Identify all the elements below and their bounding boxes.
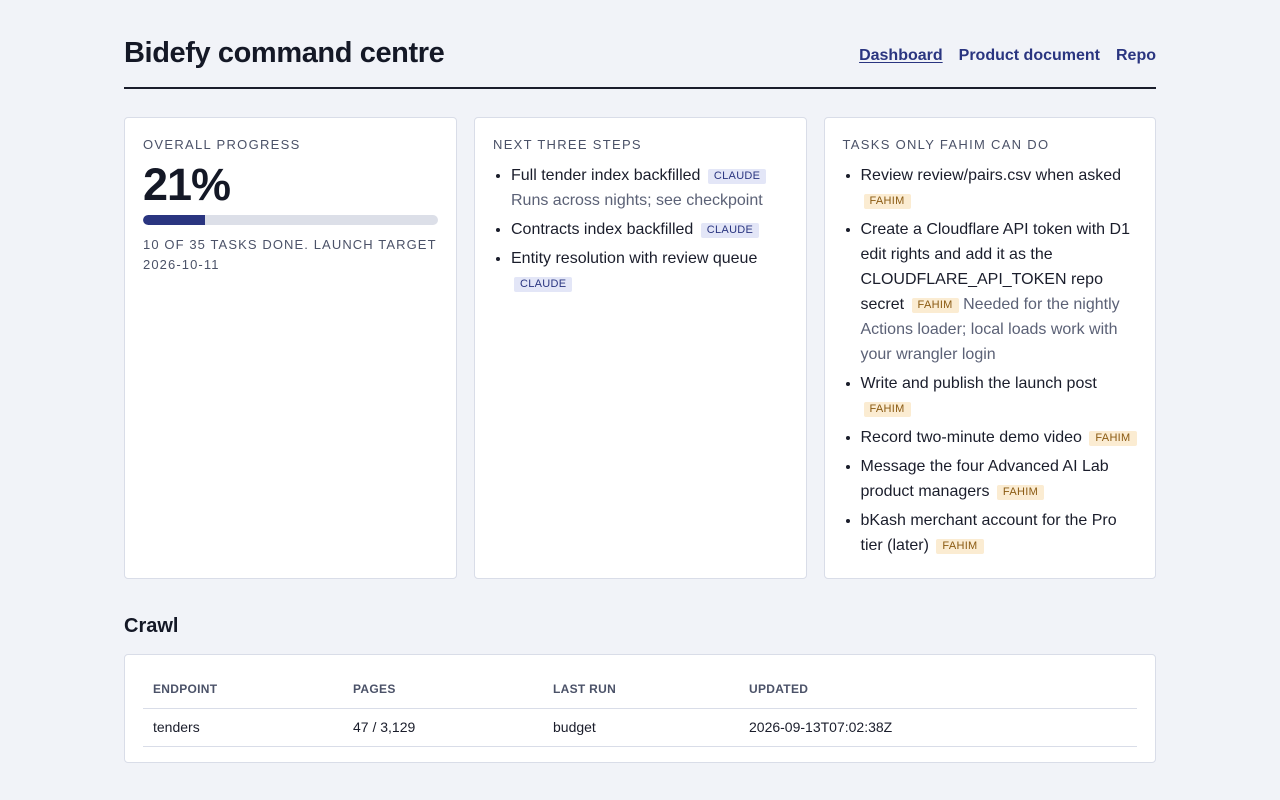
cell-updated: 2026-09-13T07:02:38Z <box>739 708 1137 747</box>
progress-percent: 21% <box>143 159 231 210</box>
progress-bar <box>143 215 438 225</box>
progress-note: 10 of 35 tasks done. Launch target 2026-… <box>143 237 437 272</box>
owner-badge: FAHIM <box>996 485 1045 500</box>
list-item: Entity resolution with review queue CLAU… <box>511 246 788 296</box>
progress-bar-fill <box>143 215 205 225</box>
summary-cards: Overall progress 21% 10 of 35 tasks done… <box>124 117 1156 579</box>
page-title: Bidefy command centre <box>124 37 445 69</box>
task-text: bKash merchant account for the Pro tier … <box>860 512 1117 554</box>
task-text: Entity resolution with review queue <box>511 250 758 267</box>
task-text: Write and publish the launch post <box>860 375 1097 392</box>
progress-card: Overall progress 21% 10 of 35 tasks done… <box>124 117 457 579</box>
owner-badge: CLAUDE <box>707 169 767 184</box>
list-item: Full tender index backfilled CLAUDE Runs… <box>511 163 788 213</box>
top-nav: Dashboard Product document Repo <box>859 47 1156 65</box>
task-text: Full tender index backfilled <box>511 167 701 184</box>
table-header-row: Endpoint Pages Last run Updated <box>143 672 1137 709</box>
list-item: Message the four Advanced AI Lab product… <box>861 454 1138 504</box>
column-header-pages: Pages <box>343 672 543 709</box>
crawl-heading: Crawl <box>124 615 179 637</box>
next-steps-heading: Next three steps <box>493 137 642 152</box>
column-header-endpoint: Endpoint <box>143 672 343 709</box>
cell-pages: 47 / 3,129 <box>343 708 543 747</box>
owner-badge: FAHIM <box>863 402 911 417</box>
next-steps-list: Full tender index backfilled CLAUDE Runs… <box>493 163 788 296</box>
nav-link-product-document[interactable]: Product document <box>959 47 1100 65</box>
page: Bidefy command centre Dashboard Product … <box>124 0 1156 763</box>
owner-badge: FAHIM <box>911 298 959 313</box>
crawl-table: Endpoint Pages Last run Updated tenders … <box>143 672 1137 747</box>
list-item: bKash merchant account for the Pro tier … <box>861 508 1138 558</box>
owner-badge: FAHIM <box>1089 431 1137 446</box>
list-item: Create a Cloudflare API token with D1 ed… <box>861 217 1138 367</box>
fahim-tasks-heading: Tasks only Fahim can do <box>842 137 1050 152</box>
task-note: Runs across nights; see checkpoint <box>511 192 763 209</box>
column-header-updated: Updated <box>739 672 1137 709</box>
task-text: Contracts index backfilled <box>511 221 694 238</box>
task-text: Review review/pairs.csv when asked <box>860 167 1122 184</box>
fahim-tasks-card: Tasks only Fahim can do Review review/pa… <box>823 117 1156 579</box>
cell-endpoint: tenders <box>143 708 343 747</box>
owner-badge: CLAUDE <box>700 223 760 238</box>
task-text: Message the four Advanced AI Lab product… <box>860 458 1109 500</box>
crawl-table-card: Endpoint Pages Last run Updated tenders … <box>124 654 1156 763</box>
task-text: Record two-minute demo video <box>860 429 1082 446</box>
table-row: tenders 47 / 3,129 budget 2026-09-13T07:… <box>143 708 1137 747</box>
list-item: Record two-minute demo video FAHIM <box>861 425 1138 450</box>
nav-link-repo[interactable]: Repo <box>1116 47 1156 65</box>
progress-heading: Overall progress <box>143 137 301 152</box>
next-steps-card: Next three steps Full tender index backf… <box>474 117 807 579</box>
list-item: Write and publish the launch post FAHIM <box>861 371 1138 421</box>
column-header-last-run: Last run <box>543 672 739 709</box>
owner-badge: FAHIM <box>936 539 984 554</box>
cell-last-run: budget <box>543 708 739 747</box>
page-header: Bidefy command centre Dashboard Product … <box>124 0 1156 89</box>
list-item: Contracts index backfilled CLAUDE <box>511 217 788 242</box>
owner-badge: FAHIM <box>863 194 911 209</box>
fahim-tasks-list: Review review/pairs.csv when asked FAHIM… <box>843 163 1138 558</box>
owner-badge: CLAUDE <box>514 277 573 292</box>
nav-link-dashboard[interactable]: Dashboard <box>859 47 943 65</box>
list-item: Review review/pairs.csv when asked FAHIM <box>861 163 1138 213</box>
